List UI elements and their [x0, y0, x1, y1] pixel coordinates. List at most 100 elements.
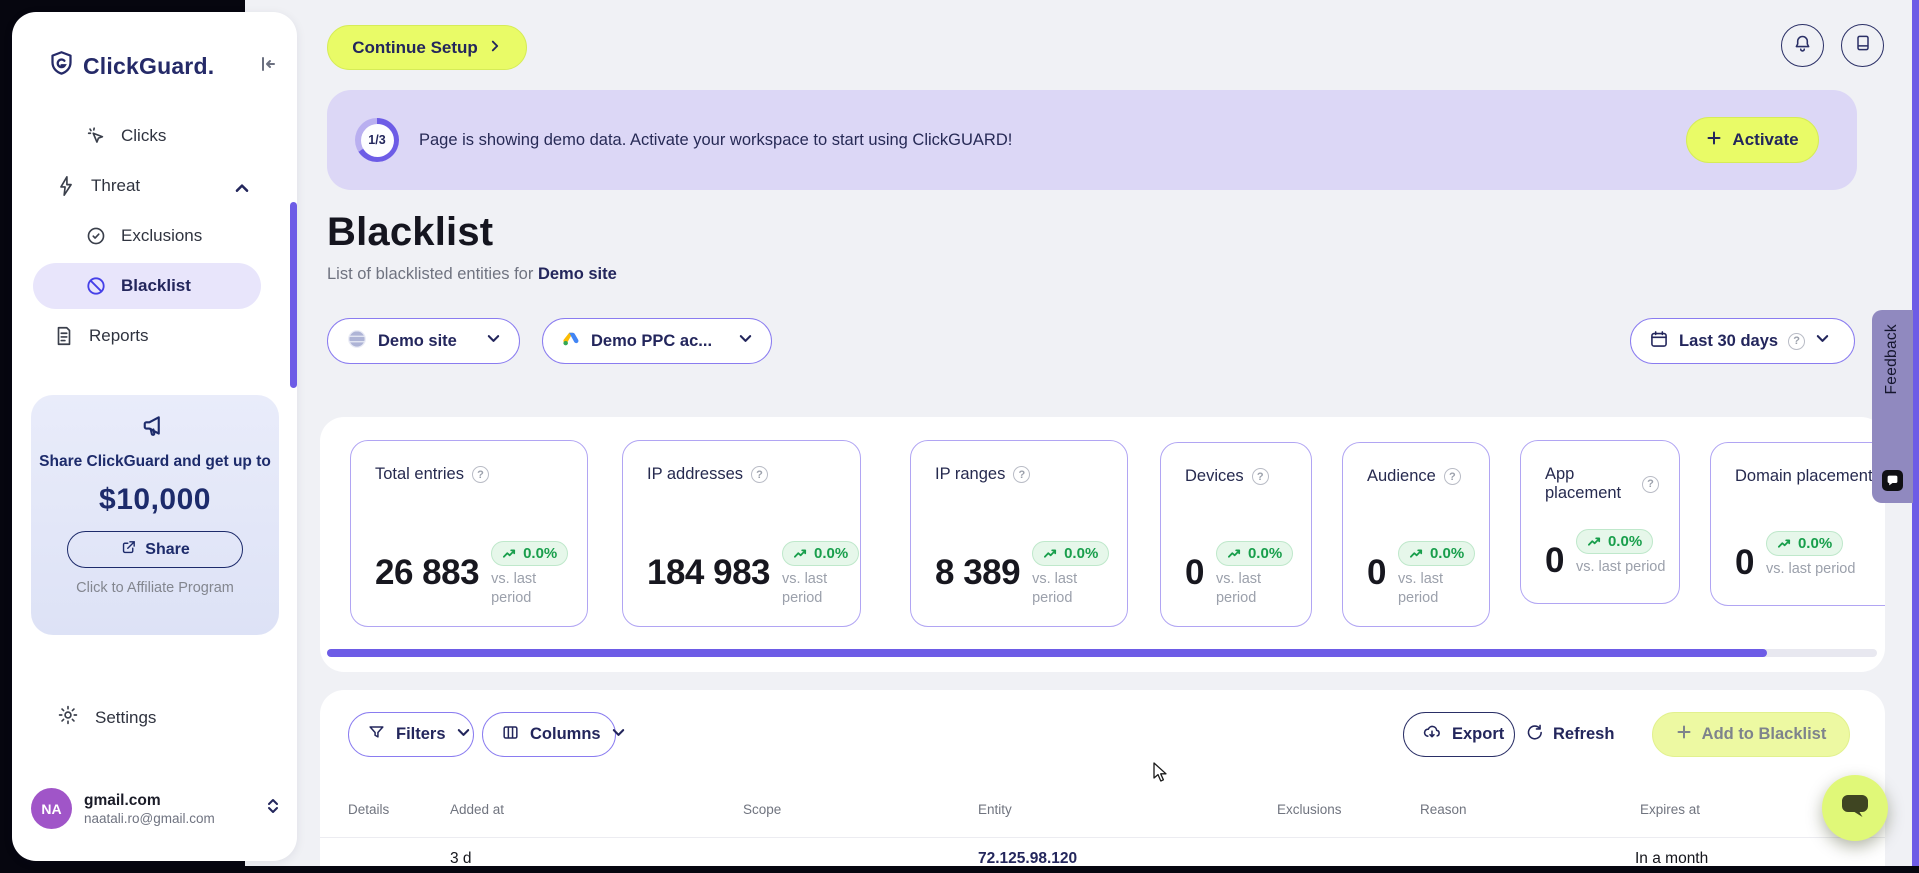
stat-delta: 0.0%: [1607, 533, 1643, 550]
help-icon[interactable]: ?: [751, 466, 769, 483]
column-header-exclusions: Exclusions: [1277, 802, 1342, 817]
column-header-entity: Entity: [978, 802, 1012, 817]
share-button-label: Share: [145, 540, 190, 558]
stat-period: vs. last period: [1215, 571, 1262, 606]
column-header-details: Details: [348, 802, 390, 817]
column-header-added-at: Added at: [450, 802, 505, 817]
add-to-blacklist-button[interactable]: Add to Blacklist: [1652, 712, 1850, 757]
site-selector[interactable]: Demo site: [327, 318, 520, 364]
help-icon[interactable]: ?: [471, 466, 489, 483]
cell-expires-at: In a month: [1635, 850, 1709, 866]
sidebar-item-exclusions[interactable]: Exclusions: [85, 225, 202, 247]
columns-button[interactable]: Columns: [482, 712, 624, 757]
affiliate-promo-card[interactable]: Share ClickGuard and get up to $10,000 S…: [31, 395, 279, 635]
activate-label: Activate: [1732, 130, 1799, 149]
stat-value: 26 883: [375, 553, 480, 592]
chevron-up-icon[interactable]: [233, 180, 251, 203]
export-button[interactable]: Export: [1403, 712, 1515, 757]
chat-bubble-icon: [1838, 791, 1872, 826]
date-range-value: Last 30 days: [1679, 331, 1779, 350]
avatar: NA: [31, 788, 72, 829]
stat-label: IP ranges: [935, 465, 1006, 483]
chevron-up-down-icon: [265, 797, 281, 820]
sidebar-scrollbar[interactable]: [290, 202, 297, 388]
sidebar-item-reports[interactable]: Reports: [53, 325, 149, 347]
trend-up-icon: [1227, 549, 1241, 558]
shield-logo-icon: [48, 50, 75, 82]
ppc-account-selector-value: Demo PPC ac...: [591, 331, 713, 350]
sidebar-item-settings[interactable]: Settings: [57, 704, 156, 731]
chevron-down-icon: [456, 725, 471, 745]
stat-value: 8 389: [935, 553, 1021, 592]
stat-card-audience: Audience? 0 0.0% vs. last period: [1342, 442, 1490, 627]
stat-label: IP addresses: [647, 465, 744, 483]
help-icon[interactable]: ?: [1251, 468, 1269, 485]
setup-progress-label: 1/3: [368, 133, 386, 147]
stats-scrollbar-thumb[interactable]: [327, 649, 1767, 657]
chevron-down-icon: [486, 331, 501, 351]
chat-launcher-button[interactable]: [1822, 775, 1888, 841]
refresh-button[interactable]: Refresh: [1525, 712, 1614, 757]
continue-setup-label: Continue Setup: [352, 37, 478, 57]
continue-setup-button[interactable]: Continue Setup: [327, 25, 527, 70]
trend-up-icon: [1044, 549, 1057, 558]
promo-amount: $10,000: [99, 483, 211, 516]
cell-entity[interactable]: 72.125.98.120: [978, 850, 1077, 866]
add-to-blacklist-label: Add to Blacklist: [1701, 725, 1827, 743]
chevron-right-icon: [488, 38, 502, 58]
lightning-icon: [55, 175, 77, 197]
filters-label: Filters: [396, 725, 446, 743]
workspace-switcher[interactable]: NA gmail.com naatali.ro@gmail.com: [31, 788, 281, 829]
feedback-tab[interactable]: Feedback: [1872, 310, 1913, 503]
calendar-icon: [1649, 329, 1669, 354]
help-icon[interactable]: ?: [1013, 466, 1031, 483]
stat-period: vs. last period: [1765, 561, 1856, 577]
activate-button[interactable]: Activate: [1686, 117, 1819, 163]
notifications-button[interactable]: [1781, 24, 1824, 67]
share-button[interactable]: Share: [67, 531, 243, 568]
sidebar-item-clicks[interactable]: Clicks: [85, 125, 166, 147]
feedback-chat-icon: [1882, 470, 1903, 491]
stat-value: 0: [1545, 541, 1564, 580]
badge-check-icon: [85, 225, 107, 247]
workspace-name: gmail.com: [84, 791, 161, 809]
gear-icon: [57, 704, 79, 731]
demo-data-banner: 1/3 Page is showing demo data. Activate …: [327, 90, 1857, 190]
columns-icon: [501, 723, 520, 747]
page-title: Blacklist: [327, 210, 494, 254]
stat-card-app-placement: App placement? 0 0.0% vs. last period: [1520, 440, 1680, 604]
sidebar-item-label: Clicks: [121, 126, 167, 145]
chevron-down-icon: [611, 725, 626, 745]
help-icon[interactable]: ?: [1642, 475, 1659, 493]
ppc-account-selector[interactable]: Demo PPC ac...: [542, 318, 772, 364]
sidebar-item-threat[interactable]: Threat: [55, 175, 140, 197]
cell-added-at: 3 d: [450, 850, 472, 866]
setup-progress-ring: 1/3: [355, 118, 399, 162]
sidebar-collapse-icon[interactable]: [254, 52, 278, 76]
bell-icon: [1792, 33, 1813, 59]
page-scrollbar[interactable]: [1912, 0, 1919, 866]
plus-icon: [1706, 130, 1722, 151]
google-ads-icon: [561, 329, 581, 354]
columns-label: Columns: [530, 725, 601, 743]
help-icon[interactable]: ?: [1788, 332, 1806, 350]
globe-icon: [346, 328, 368, 355]
help-center-button[interactable]: [1841, 24, 1884, 67]
site-selector-value: Demo site: [378, 331, 457, 350]
cursor-click-icon: [85, 125, 107, 147]
app-logo: ClickGuard.: [48, 50, 214, 82]
sidebar-item-blacklist[interactable]: Blacklist: [33, 263, 261, 309]
book-icon: [1853, 33, 1873, 58]
help-icon[interactable]: ?: [1443, 468, 1461, 485]
stat-value: 0: [1185, 553, 1204, 592]
date-range-selector[interactable]: Last 30 days ?: [1630, 318, 1855, 364]
stat-label: App placement: [1545, 465, 1622, 502]
plus-icon: [1676, 724, 1692, 745]
trend-up-icon: [503, 549, 516, 558]
sidebar: ClickGuard. Clicks Threat Exclusions Bla…: [12, 12, 297, 861]
stat-period: vs. last period: [1397, 571, 1444, 606]
settings-label: Settings: [95, 707, 157, 727]
blacklist-table-panel: Filters Columns Export Refresh Add to Bl…: [320, 690, 1885, 866]
filters-button[interactable]: Filters: [348, 712, 474, 757]
column-header-expires-at: Expires at: [1640, 802, 1701, 817]
